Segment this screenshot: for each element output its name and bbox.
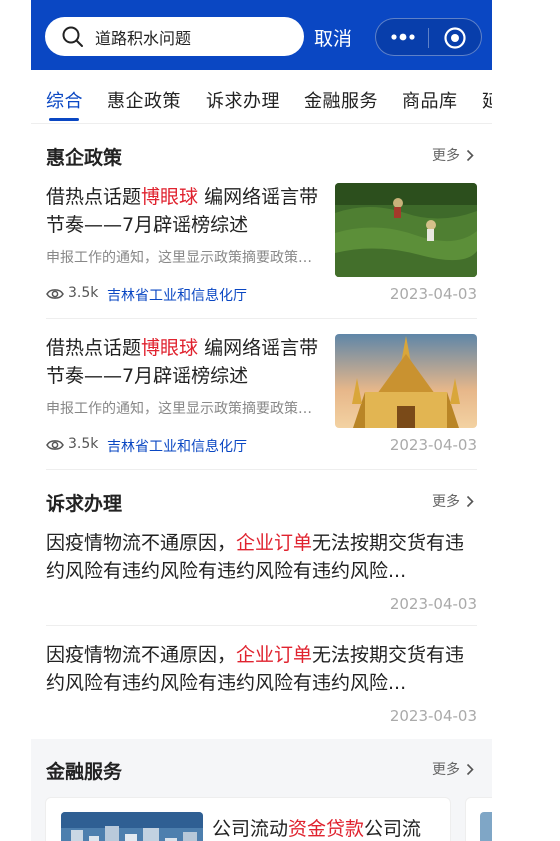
policy-card-meta: 3.5k 吉林省工业和信息化厅 2023-04-03: [46, 436, 477, 456]
appeal-text: 因疫情物流不通原因，企业订单无法按期交货有违约风险有违约风险有违约风险有违约风险…: [46, 641, 477, 697]
finance-text-part: 公司流动: [212, 818, 289, 840]
appeal-item[interactable]: 因疫情物流不通原因，企业订单无法按期交货有违约风险有违约风险有违约风险有违约风险…: [46, 529, 477, 614]
more-dots-icon[interactable]: [390, 28, 416, 46]
title-highlight: 博眼球: [141, 186, 199, 208]
tab-products[interactable]: 商品库: [402, 87, 458, 113]
finance-card[interactable]: 公司流动资金贷款公司流: [45, 797, 451, 841]
title-text: 借热点话题: [46, 186, 142, 208]
appeal-item[interactable]: 因疫情物流不通原因，企业订单无法按期交货有违约风险有违约风险有违约风险有违约风险…: [46, 641, 477, 726]
mini-program-capsule: [375, 18, 482, 56]
divider: [46, 625, 477, 626]
tab-comprehensive[interactable]: 综合: [46, 87, 83, 113]
divider: [46, 318, 477, 319]
search-input[interactable]: 道路积水问题: [45, 17, 304, 56]
policy-card[interactable]: 借热点话题博眼球 编网络谣言带节奏——7月辟谣榜综述 申报工作的通知，这里显示政…: [46, 183, 477, 305]
search-icon: [62, 26, 83, 47]
policy-card-summary: 申报工作的通知，这里显示政策摘要政策摘要: [46, 401, 321, 417]
close-target-icon[interactable]: [443, 26, 467, 50]
finance-card-next-image: [480, 812, 492, 841]
more-label: 更多: [432, 762, 460, 778]
publish-date: 2023-04-03: [389, 595, 477, 613]
golden-pagoda-image: [335, 334, 477, 428]
eye-icon: [46, 440, 64, 450]
divider: [46, 469, 477, 470]
policy-more-link[interactable]: 更多: [432, 145, 474, 165]
source-link[interactable]: 吉林省工业和信息化厅: [107, 285, 247, 305]
city-skyline-image: [61, 812, 203, 841]
chevron-right-icon: [466, 149, 474, 161]
search-query: 道路积水问题: [95, 28, 192, 48]
chevron-right-icon: [466, 763, 474, 775]
publish-date: 2023-04-03: [389, 707, 477, 725]
appeal-text: 因疫情物流不通原因，企业订单无法按期交货有违约风险有违约风险有违约风险有违约风险…: [46, 529, 477, 585]
finance-more-link[interactable]: 更多: [432, 759, 474, 779]
tab-finance[interactable]: 金融服务: [304, 87, 378, 113]
section-title-finance: 金融服务: [46, 761, 123, 783]
appeal-highlight: 企业订单: [236, 644, 313, 666]
tea-plantation-image: [335, 183, 477, 277]
appeal-highlight: 企业订单: [236, 532, 313, 554]
cancel-button[interactable]: 取消: [314, 24, 352, 51]
policy-card-title: 借热点话题博眼球 编网络谣言带节奏——7月辟谣榜综述: [46, 334, 321, 390]
more-label: 更多: [432, 148, 460, 164]
tab-appeal[interactable]: 诉求办理: [206, 87, 280, 113]
eye-icon: [46, 289, 64, 299]
publish-date: 2023-04-03: [389, 436, 477, 454]
more-label: 更多: [432, 494, 460, 510]
appeal-text-part: 因疫情物流不通原因，: [46, 644, 237, 666]
category-tabs: 综合 惠企政策 诉求办理 金融服务 商品库 延: [31, 70, 492, 124]
appeal-more-link[interactable]: 更多: [432, 491, 474, 511]
chevron-right-icon: [466, 495, 474, 507]
active-tab-indicator: [49, 118, 79, 121]
view-count: 3.5k: [68, 436, 99, 452]
source-link[interactable]: 吉林省工业和信息化厅: [107, 436, 247, 456]
finance-card-title: 公司流动资金贷款公司流: [212, 814, 421, 841]
section-title-policy: 惠企政策: [46, 147, 123, 169]
header-bar: 道路积水问题 取消: [31, 0, 492, 70]
publish-date: 2023-04-03: [389, 285, 477, 303]
policy-card[interactable]: 借热点话题博眼球 编网络谣言带节奏——7月辟谣榜综述 申报工作的通知，这里显示政…: [46, 334, 477, 456]
finance-highlight: 资金贷款: [288, 818, 365, 840]
finance-card-next[interactable]: [465, 797, 492, 841]
appeal-text-part: 因疫情物流不通原因，: [46, 532, 237, 554]
app-frame: 道路积水问题 取消 综合 惠企政策 诉求办理 金融服务 商品库 延 惠企政策 更…: [31, 0, 492, 841]
title-highlight: 博眼球: [141, 337, 199, 359]
policy-card-meta: 3.5k 吉林省工业和信息化厅 2023-04-03: [46, 285, 477, 305]
view-count: 3.5k: [68, 285, 99, 301]
finance-text-part: 公司流: [364, 818, 422, 840]
capsule-divider: [428, 28, 429, 48]
tab-policy[interactable]: 惠企政策: [107, 87, 181, 113]
title-text: 借热点话题: [46, 337, 142, 359]
tab-overflow[interactable]: 延: [482, 87, 492, 113]
policy-card-summary: 申报工作的通知，这里显示政策摘要政策摘要: [46, 250, 321, 266]
section-title-appeal: 诉求办理: [46, 493, 123, 515]
policy-card-title: 借热点话题博眼球 编网络谣言带节奏——7月辟谣榜综述: [46, 183, 321, 239]
